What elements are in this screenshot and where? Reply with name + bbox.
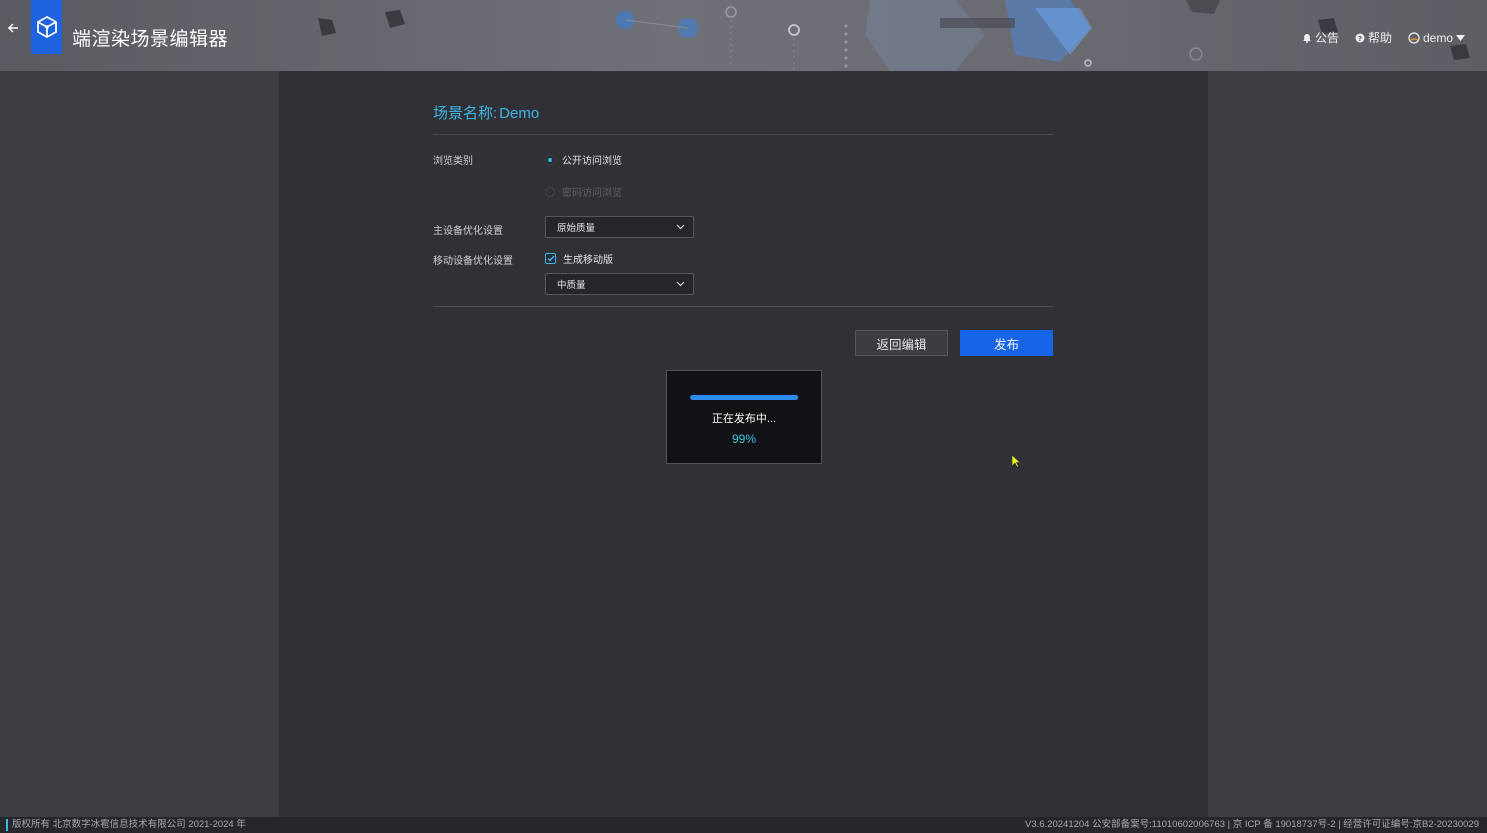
help-link[interactable]: ? 帮助	[1355, 29, 1392, 46]
footer-copyright: 版权所有 北京数字冰雹信息技术有限公司 2021-2024 年	[6, 819, 246, 831]
app-logo	[31, 0, 62, 54]
check-icon	[546, 255, 555, 262]
publishing-percent: 99%	[731, 432, 757, 446]
mouse-cursor-icon	[1011, 454, 1021, 468]
radio-password-indicator[interactable]	[545, 186, 555, 197]
help-label: 帮助	[1367, 31, 1392, 45]
progress-fill	[690, 395, 798, 400]
divider-top	[433, 134, 1053, 135]
app-footer: 版权所有 北京数字冰雹信息技术有限公司 2021-2024 年 V3.6.202…	[0, 817, 1487, 833]
user-menu[interactable]: demo	[1408, 31, 1465, 45]
publish-button[interactable]: 发布	[960, 330, 1053, 356]
radio-public-label: 公开访问浏览	[562, 156, 622, 167]
main-device-quality-select[interactable]: 原始质量	[545, 216, 694, 238]
generate-mobile-checkbox-row[interactable]: 生成移动版	[545, 251, 613, 266]
main-device-label: 主设备优化设置	[433, 226, 503, 237]
progress-track	[690, 395, 799, 400]
chevron-down-icon	[676, 224, 685, 230]
app-header: 端渲染场景编辑器 公告 ? 帮助 demo	[0, 0, 1487, 71]
mobile-device-label: 移动设备优化设置	[433, 256, 513, 267]
publish-progress-modal: 正在发布中... 99%	[666, 370, 822, 464]
app-title: 端渲染场景编辑器	[72, 29, 229, 50]
radio-password-browse[interactable]: 密码访问浏览	[545, 184, 622, 199]
cube-logo-icon	[36, 15, 57, 39]
scene-title: 场景名称: Demo	[433, 102, 539, 123]
scene-title-label: 场景名称:	[433, 105, 498, 122]
question-icon: ?	[1355, 33, 1365, 43]
generate-mobile-checkbox[interactable]	[545, 253, 556, 264]
publishing-status-text: 正在发布中...	[711, 413, 777, 425]
scene-name: Demo	[499, 105, 540, 122]
mobile-quality-value: 中质量	[557, 280, 586, 291]
avatar-icon	[1408, 31, 1420, 44]
svg-text:?: ?	[1358, 35, 1362, 43]
bell-icon	[1303, 33, 1311, 43]
divider-bottom	[433, 306, 1053, 307]
top-actions: 公告 ? 帮助 demo	[1302, 29, 1465, 46]
radio-public-indicator[interactable]	[545, 154, 555, 165]
arrow-left-icon	[7, 23, 18, 33]
back-button[interactable]	[4, 18, 22, 38]
main-device-quality-value: 原始质量	[557, 223, 596, 234]
user-name: demo	[1422, 30, 1453, 45]
notice-label: 公告	[1314, 31, 1339, 45]
back-to-edit-button[interactable]: 返回编辑	[855, 330, 948, 356]
radio-public-browse[interactable]: 公开访问浏览	[545, 152, 622, 167]
chevron-down-icon	[676, 281, 685, 287]
radio-password-label: 密码访问浏览	[562, 188, 622, 199]
caret-down-icon	[1456, 34, 1465, 41]
browse-type-label: 浏览类别	[433, 156, 473, 167]
generate-mobile-label: 生成移动版	[563, 255, 613, 266]
notice-link[interactable]: 公告	[1302, 29, 1339, 46]
mobile-quality-select[interactable]: 中质量	[545, 273, 694, 295]
footer-version-info: V3.6.20241204 公安部备案号:11010602006763 | 京 …	[1025, 819, 1479, 830]
